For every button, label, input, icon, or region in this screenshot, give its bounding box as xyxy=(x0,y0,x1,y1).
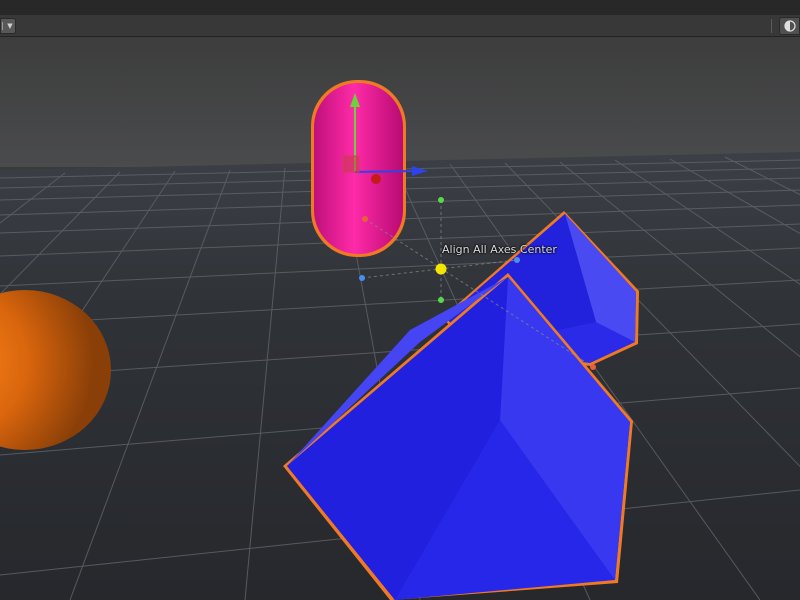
title-bar xyxy=(0,0,800,15)
shading-mode-button[interactable] xyxy=(779,17,800,35)
hand-tool-icon xyxy=(2,22,3,30)
z-axis-handle xyxy=(371,174,381,184)
handle-dot-right[interactable] xyxy=(514,257,520,263)
shading-mode-icon xyxy=(783,20,796,32)
handle-dot-top[interactable] xyxy=(438,197,444,203)
scene-viewport[interactable]: Align All Axes Center xyxy=(0,37,800,600)
tool-dropdown-button[interactable]: ▼ xyxy=(0,18,16,34)
plane-handle xyxy=(342,155,360,173)
handle-dot-bottom[interactable] xyxy=(438,297,444,303)
handle-dot-near[interactable] xyxy=(362,216,368,222)
handle-dot-left[interactable] xyxy=(359,275,365,281)
chevron-down-icon: ▼ xyxy=(7,21,13,30)
center-handle[interactable] xyxy=(435,263,447,275)
scene-view-window: ▼ Align All Axes Center xyxy=(0,0,800,600)
toolbar-divider xyxy=(771,19,772,33)
scene-toolbar: ▼ xyxy=(0,15,800,37)
handle-dot-far[interactable] xyxy=(590,364,596,370)
